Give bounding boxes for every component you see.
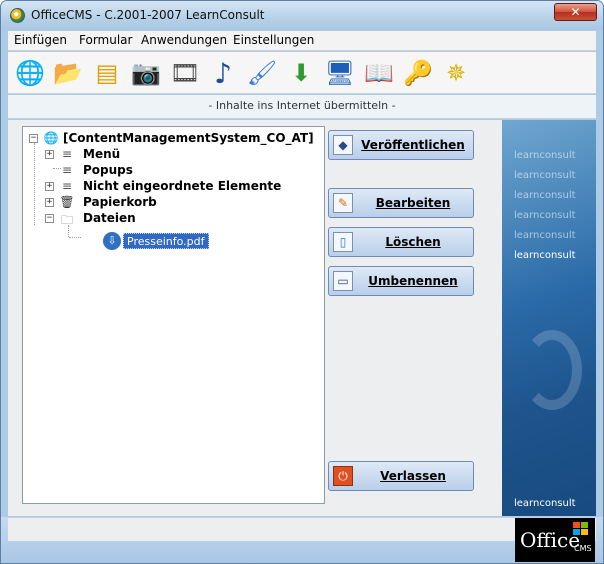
brand-logo-text: learnconsult [514, 210, 576, 221]
tree-line [69, 237, 81, 238]
window-title: OfficeCMS - C.2001-2007 LearnConsult [31, 8, 265, 22]
tree-node-popups[interactable]: ≡ Popups [43, 163, 243, 179]
pdf-file-icon: ⇩ [103, 232, 121, 250]
rename-icon: ▭ [333, 271, 353, 291]
folder-icon[interactable]: 📂 [52, 57, 84, 89]
swirl-graphic [522, 330, 582, 410]
tree-root-label: [ContentManagementSystem_CO_AT] [63, 131, 314, 145]
globe-icon[interactable]: 🌐 [14, 57, 46, 89]
menu-einstellungen[interactable]: Einstellungen [233, 33, 314, 47]
edit-button[interactable]: ✎ Bearbeiten [328, 188, 474, 218]
windows-flag-icon [573, 522, 589, 536]
main-content: − 🌐 [ContentManagementSystem_CO_AT] + ≡ … [8, 120, 596, 516]
close-button[interactable]: ✕ [554, 3, 597, 21]
app-logo-icon [10, 8, 25, 23]
office-logo-subtext: CMS [574, 544, 592, 553]
tree-node-label: Popups [83, 163, 133, 177]
brand-logo-text: learnconsult [514, 190, 576, 201]
tree-node-label: Dateien [83, 211, 136, 225]
title-bar[interactable]: OfficeCMS - C.2001-2007 LearnConsult ✕ [1, 1, 603, 30]
compass-icon[interactable]: ✵ [440, 57, 472, 89]
folder-icon: 🗀 [60, 213, 73, 227]
toolbar: 🌐 📂 ▤ 📷 🎞 ♪ 🖌 ⬇ 🖥 📖 🔑 ✵ [8, 52, 596, 94]
tree-node-label: Nicht eingeordnete Elemente [83, 179, 282, 193]
office-logo-text: Office [520, 528, 581, 552]
status-bar-area: Office CMS [1, 517, 603, 563]
brand-logo-text: learnconsult [514, 498, 576, 509]
menu-bar: Einfügen Formular Anwendungen Einstellun… [8, 31, 596, 51]
tree-node-files[interactable]: − 🗀 Dateien [43, 211, 243, 227]
brand-logo-text: learnconsult [514, 230, 576, 241]
brand-logo-text: learnconsult [514, 170, 576, 181]
expand-icon[interactable]: + [45, 182, 54, 191]
selected-file-item[interactable]: Presseinfo.pdf [123, 233, 209, 249]
publish-button[interactable]: ◆ Veröffentlichen [328, 130, 474, 160]
tree-node-label: Menü [83, 147, 121, 161]
film-icon[interactable]: 🎞 [169, 57, 201, 89]
office-cms-logo: Office CMS [515, 518, 595, 562]
expand-icon[interactable]: + [45, 150, 54, 159]
tree-node-unsorted[interactable]: + ≡ Nicht eingeordnete Elemente [43, 179, 293, 195]
tree-node-label: Papierkorb [83, 195, 157, 209]
camera-icon[interactable]: 📷 [130, 57, 162, 89]
tree-node-menu[interactable]: + ≡ Menü [43, 147, 243, 163]
delete-icon: ▯ [333, 232, 353, 252]
edit-icon: ✎ [333, 193, 353, 213]
status-bar [8, 517, 596, 541]
list-icon: ≡ [61, 147, 73, 161]
collapse-icon[interactable]: − [45, 214, 54, 223]
list-icon: ≡ [61, 163, 73, 177]
brand-logo-text: learnconsult [514, 250, 576, 261]
power-icon: ⏻ [333, 466, 353, 486]
menu-formular[interactable]: Formular [79, 33, 132, 47]
delete-button[interactable]: ▯ Löschen [328, 227, 474, 257]
trash-icon: 🗑 [59, 195, 75, 209]
download-icon[interactable]: ⬇ [285, 57, 317, 89]
globe-icon: 🌐 [43, 131, 59, 145]
brush-icon[interactable]: 🖌 [246, 57, 278, 89]
brand-logo-text: learnconsult [514, 150, 576, 161]
hint-strip: - Inhalte ins Internet übermitteln - [8, 95, 596, 119]
list-icon: ≡ [61, 179, 73, 193]
publish-icon: ◆ [333, 135, 353, 155]
tree-line [34, 143, 35, 225]
brand-panel: learnconsult learnconsult learnconsult l… [502, 120, 596, 516]
form-icon[interactable]: ▤ [91, 57, 123, 89]
expand-icon[interactable]: + [45, 198, 54, 207]
book-icon[interactable]: 📖 [363, 57, 395, 89]
collapse-icon[interactable]: − [29, 134, 38, 143]
menu-anwendungen[interactable]: Anwendungen [141, 33, 227, 47]
music-note-icon[interactable]: ♪ [207, 57, 239, 90]
app-window: OfficeCMS - C.2001-2007 LearnConsult ✕ E… [0, 0, 604, 564]
exit-button[interactable]: ⏻ Verlassen [328, 461, 474, 491]
rename-button[interactable]: ▭ Umbenennen [328, 266, 474, 296]
tree-root[interactable]: − 🌐 [ContentManagementSystem_CO_AT] [27, 131, 317, 147]
tree-node-trash[interactable]: + 🗑 Papierkorb [43, 195, 243, 211]
monitor-icon[interactable]: 🖥 [324, 57, 356, 89]
key-icon[interactable]: 🔑 [402, 57, 434, 89]
menu-einfuegen[interactable]: Einfügen [14, 33, 67, 47]
content-tree[interactable]: − 🌐 [ContentManagementSystem_CO_AT] + ≡ … [22, 126, 325, 504]
